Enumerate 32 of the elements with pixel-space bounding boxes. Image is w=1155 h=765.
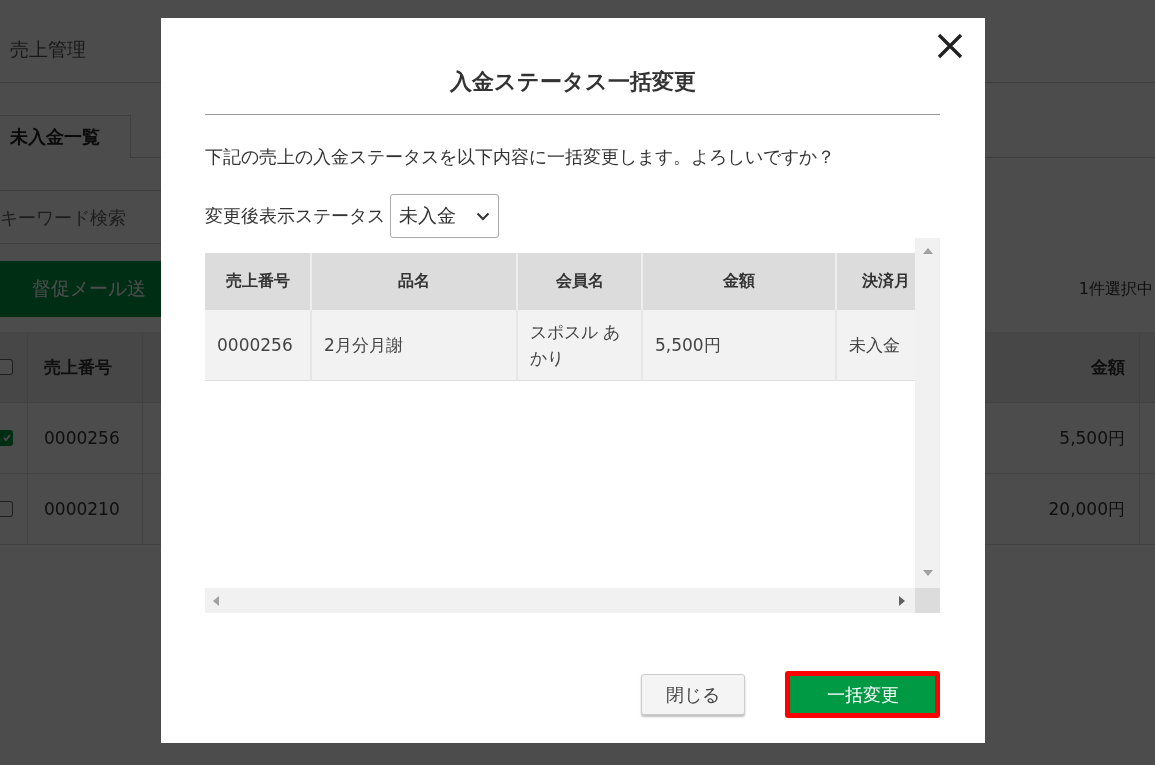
scroll-right-icon[interactable] [899, 595, 905, 606]
table-cell: 未入金 [836, 310, 915, 381]
vertical-scrollbar[interactable] [915, 238, 940, 588]
scroll-left-icon[interactable] [213, 595, 219, 606]
scrollbar-corner [915, 588, 940, 613]
dialog-title: 入金ステータス一括変更 [448, 68, 697, 96]
table-cell: 5,500円 [1059, 426, 1125, 450]
scroll-up-icon[interactable] [922, 248, 933, 254]
selection-count: 1件選択中 [1078, 278, 1153, 300]
table-cell: 0000256 [44, 428, 120, 448]
column-header: 金額 [642, 253, 836, 310]
close-icon[interactable] [937, 33, 963, 59]
table-cell: 0000256 [205, 310, 311, 381]
table-cell: スポスル あかり [517, 310, 642, 381]
status-select[interactable]: 未入金 [390, 194, 499, 238]
table-cell: 0000210 [44, 499, 120, 519]
chevron-down-icon [476, 211, 490, 221]
column-header: 売上番号 [44, 355, 112, 379]
column-header: 決済月 [836, 253, 915, 310]
close-button[interactable]: 閉じる [641, 674, 745, 715]
column-header: 金額 [1091, 355, 1125, 379]
status-label: 変更後表示ステータス [205, 204, 385, 228]
table-cell: 2月分月謝 [311, 310, 517, 381]
confirm-message: 下記の売上の入金ステータスを以下内容に一括変更します。よろしいですか？ [205, 145, 836, 169]
table-cell: 5,500円 [642, 310, 836, 381]
horizontal-scrollbar[interactable] [205, 588, 915, 613]
column-header: 会員名 [517, 253, 642, 310]
column-header: 品名 [311, 253, 517, 310]
scroll-down-icon[interactable] [922, 570, 933, 576]
column-header: 売上番号 [205, 253, 311, 310]
table-cell: 20,000円 [1048, 497, 1125, 521]
bulk-change-button[interactable]: 一括変更 [785, 671, 940, 718]
